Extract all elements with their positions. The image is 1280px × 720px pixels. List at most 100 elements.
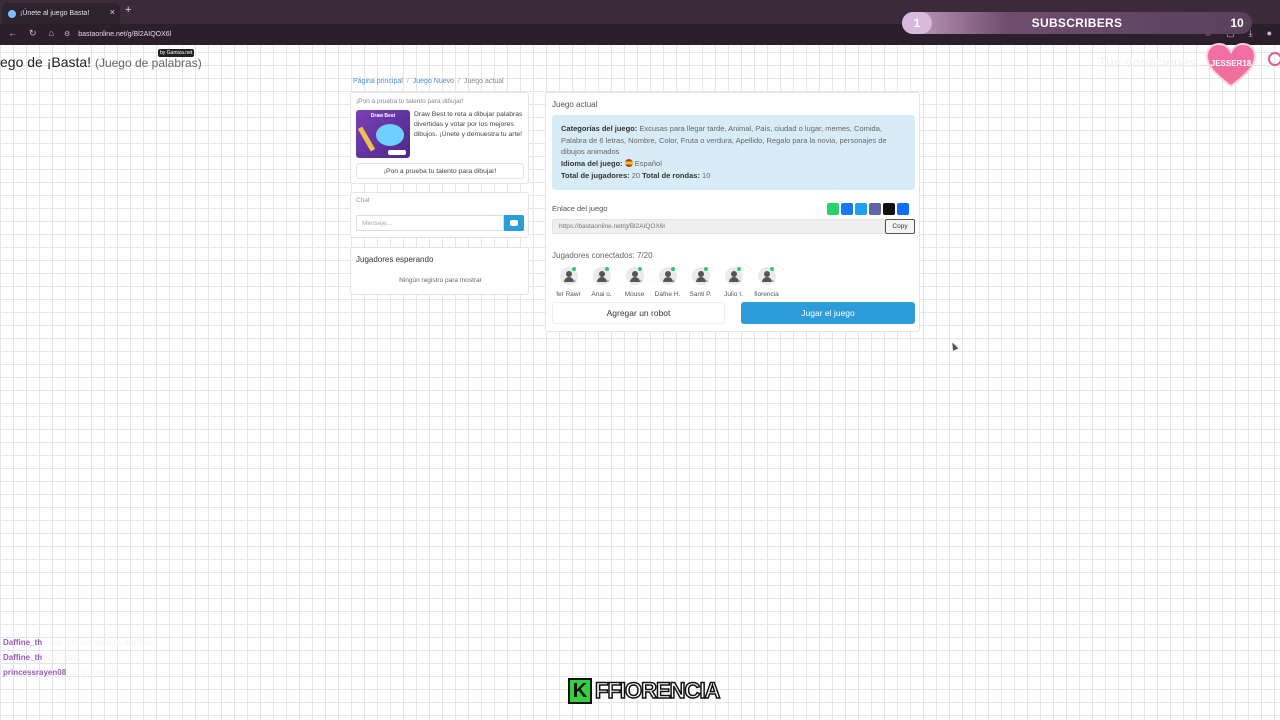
current-game-card: Juego actual Categorías del juego: Excus… (545, 92, 920, 332)
online-status-icon (736, 267, 741, 271)
game-link-input[interactable]: https://bastaonline.net/g/Bl2AIQOX6l (552, 219, 885, 234)
page-title-main: ego de ¡Basta! (0, 54, 92, 70)
online-status-icon (670, 267, 675, 271)
online-status-icon (637, 267, 642, 271)
player-avatar-icon: × (592, 267, 611, 285)
add-robot-button[interactable]: Agregar un robot (552, 302, 725, 324)
player-avatar-icon: × (757, 267, 776, 285)
twitter-icon[interactable] (855, 203, 867, 215)
breadcrumb-separator: / (406, 78, 409, 85)
subscriber-goal: 10 (1230, 16, 1244, 30)
stream-chat-overlay: Daffine_th: creo que me dería mi apellid… (3, 635, 152, 680)
player-avatar-icon: × (559, 267, 578, 285)
player-item: × Santi P. (684, 267, 717, 298)
remove-player-icon[interactable]: × (574, 279, 577, 285)
remove-player-icon[interactable]: × (607, 279, 610, 285)
browser-tab[interactable]: ¡Únete al juego Basta! × (2, 3, 120, 24)
favicon-icon (8, 9, 16, 18)
promo-heading: ¡Pon a prueba tu talento para dibujar! (356, 98, 464, 105)
remove-player-icon[interactable]: × (640, 279, 643, 285)
player-name: Dafne H. (654, 291, 681, 298)
remove-player-icon[interactable]: × (772, 279, 775, 285)
play-game-button[interactable]: Jugar el juego (741, 302, 915, 324)
by-gamiza-badge: by Gamiza.net (158, 49, 195, 57)
subscriber-label: SUBSCRIBERS (1031, 16, 1123, 30)
subscriber-start: 1 (902, 12, 932, 34)
whatsapp-icon[interactable] (827, 203, 839, 215)
new-tab-icon[interactable]: + (125, 4, 131, 16)
messenger-icon[interactable] (841, 203, 853, 215)
players-total-value: 20 (631, 170, 641, 180)
stream-chat-message: : yo soy mouse (66, 668, 120, 677)
stream-chat-line: Daffine_th: creo que me dería mi apellid… (3, 635, 152, 650)
url-text: bastaonline.net/g/Bl2AIQOX6l (78, 31, 172, 38)
stream-chat-user: Daffine_th (3, 653, 43, 662)
chat-heading: Chat (356, 197, 370, 204)
draw-best-image-title: Draw Best (370, 113, 396, 119)
waiting-players-panel: Jugadores esperando Ningún registro para… (350, 247, 529, 295)
remove-player-icon[interactable]: × (739, 279, 742, 285)
subscriber-goal-bar: 1 SUBSCRIBERS 10 (902, 12, 1252, 34)
promo-button[interactable]: ¡Pon a prueba tu talento para dibujar! (356, 163, 524, 179)
reload-icon[interactable]: ↻ (29, 28, 37, 39)
profile-icon[interactable]: ● (1267, 28, 1272, 39)
page-title-sub: (Juego de palabras) (94, 56, 202, 70)
share-buttons (827, 203, 909, 215)
categories-label: Categorías del juego: (561, 124, 638, 133)
connected-players-list: × fer Rawr × Anai o. × Mouse × Dafne H. × Santi P… (552, 267, 783, 298)
language-label: Idioma del juego: (561, 158, 623, 168)
online-status-icon (703, 267, 708, 271)
power-icon[interactable] (1268, 52, 1280, 66)
player-name: Julio I. (724, 291, 743, 298)
share-plus-icon[interactable] (897, 203, 909, 215)
game-info-box: Categorías del juego: Excusas para llega… (552, 115, 915, 190)
breadcrumb-separator: / (458, 78, 460, 85)
caption-name: FFIORENCIA (594, 677, 721, 704)
stream-chat-user: princessrayen08 (3, 668, 67, 677)
player-item: × Dafne H. (651, 267, 684, 298)
tab-close-icon[interactable]: × (110, 7, 115, 17)
kick-logo-icon: K (568, 678, 592, 704)
copy-button[interactable]: Copy (885, 219, 915, 234)
stream-chat-line: princessrayen08: yo soy mouse (3, 665, 152, 680)
stream-chat-line: Daffine_th: ssddgask (3, 650, 152, 665)
heart-label: JESSER18 (1210, 59, 1252, 68)
player-name: Santi P. (689, 291, 712, 298)
stream-chat-user: Daffine_th (3, 638, 43, 647)
breadcrumb-home[interactable]: Página principal (353, 78, 403, 85)
player-item: × Anai o. (585, 267, 618, 298)
players-total-label: Total de jugadores: (561, 170, 630, 180)
stream-chat-message: : ssddgask (42, 653, 81, 662)
back-icon[interactable]: ← (8, 28, 17, 39)
remove-player-icon[interactable]: × (673, 279, 676, 285)
player-item: × Mouse (618, 267, 651, 298)
draw-best-image[interactable]: Draw Best (356, 110, 410, 158)
mouse-cursor-icon (949, 341, 959, 351)
paint-splash-icon (376, 124, 404, 146)
site-info-icon[interactable]: ⚙ (64, 31, 70, 38)
remove-player-icon[interactable]: × (706, 279, 709, 285)
player-name: Mouse (624, 291, 645, 298)
notification-icon[interactable] (883, 203, 895, 215)
current-game-title: Juego actual (552, 100, 598, 109)
chat-panel: Chat Mensaje... (350, 192, 529, 238)
teams-icon[interactable] (869, 203, 881, 215)
breadcrumb-new-game[interactable]: Juego Nuevo (413, 78, 454, 85)
home-icon[interactable]: ⌂ (49, 28, 54, 39)
stream-chat-message: : creo que me dería mi apellido (42, 638, 152, 647)
donations-overlay-text: Tus donaciones (1098, 54, 1197, 70)
player-item: × Julio I. (717, 267, 750, 298)
language-value: Español (634, 158, 662, 168)
streamer-caption: K FFIORENCIA (568, 677, 721, 704)
chat-send-button[interactable] (504, 215, 524, 231)
player-item: × fer Rawr (552, 267, 585, 298)
player-avatar-icon: × (691, 267, 710, 285)
promo-description: Draw Best te reta a dibujar palabras div… (414, 111, 523, 138)
online-status-icon (571, 267, 576, 271)
message-icon (510, 220, 518, 226)
promo-panel: ¡Pon a prueba tu talento para dibujar! D… (350, 92, 529, 184)
player-name: fer Rawr (556, 291, 581, 298)
url-field[interactable]: ⚙ bastaonline.net/g/Bl2AIQOX6l (64, 30, 171, 38)
chat-input[interactable]: Mensaje... (356, 215, 504, 231)
paintbrush-icon (357, 126, 376, 152)
